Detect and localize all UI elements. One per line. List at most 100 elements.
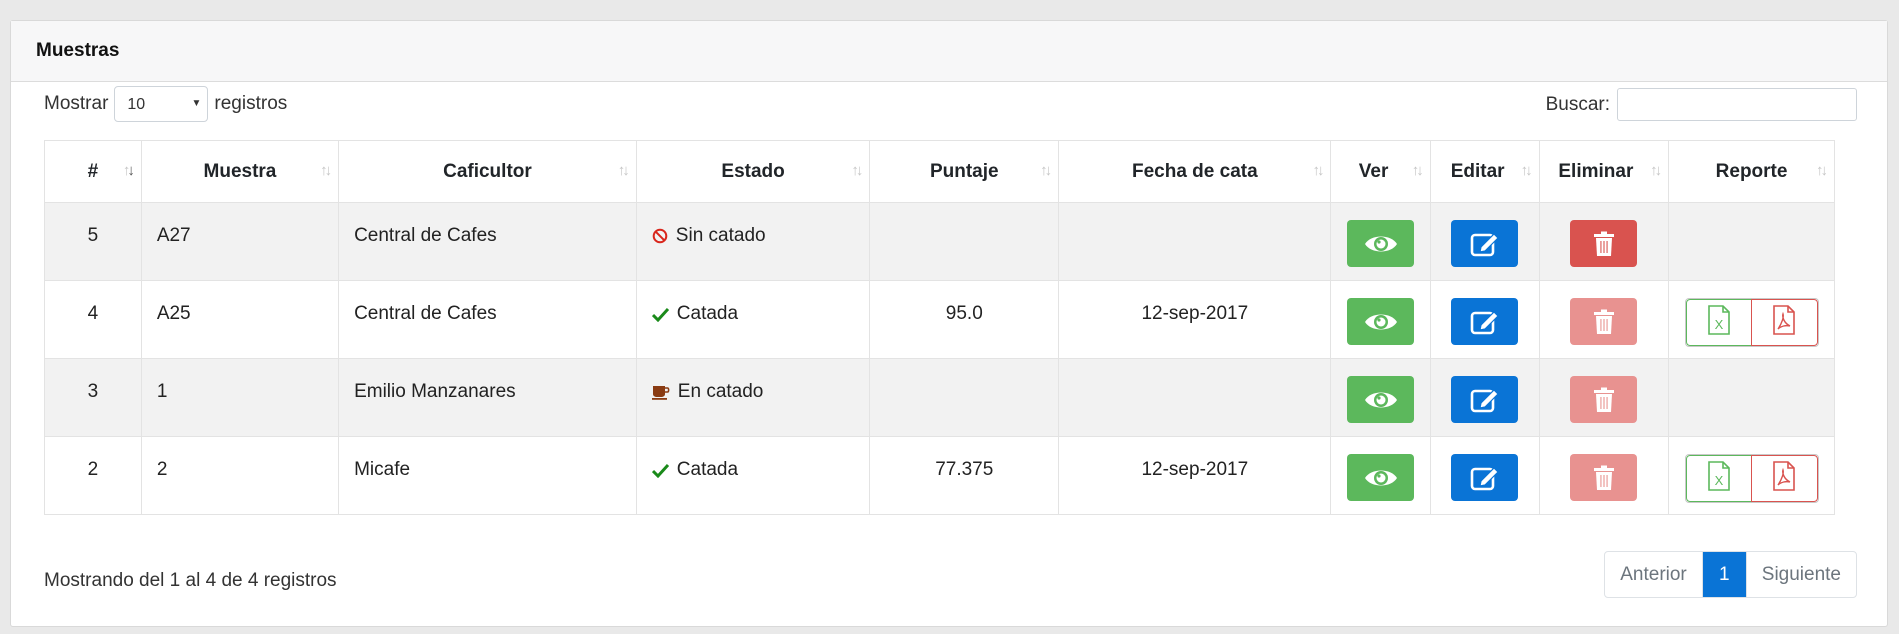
coffee-icon [651, 384, 670, 400]
trash-icon [1593, 387, 1615, 413]
pdf-report-button[interactable] [1750, 299, 1818, 346]
cell-ver [1330, 436, 1431, 515]
header-num[interactable]: # ↑↓ [44, 140, 142, 203]
estado-label: En catado [677, 381, 764, 402]
cell-puntaje [869, 358, 1060, 437]
sort-icon: ↑↓ [1520, 162, 1533, 179]
view-button[interactable] [1347, 298, 1415, 345]
file-excel-icon: X [1707, 304, 1731, 341]
cell-eliminar [1538, 280, 1670, 359]
sort-icon: ↑↓ [851, 162, 863, 179]
table-row: 5 A27 Central de Cafes Sin catado [44, 202, 1835, 281]
cell-caficultor: Central de Cafes [338, 202, 637, 281]
check-icon [651, 463, 669, 478]
length-prefix: Mostrar [44, 93, 109, 114]
delete-button[interactable] [1570, 454, 1638, 501]
cell-editar [1429, 202, 1540, 281]
sort-icon: ↑↓ [617, 162, 630, 179]
file-pdf-icon [1772, 460, 1796, 497]
sort-desc-icon: ↑↓ [122, 162, 135, 179]
length-select[interactable]: 10 [114, 86, 209, 122]
cell-fecha [1058, 358, 1332, 437]
eye-icon [1363, 232, 1399, 256]
svg-text:X: X [1714, 473, 1723, 488]
edit-button[interactable] [1451, 298, 1519, 345]
edit-button[interactable] [1451, 376, 1519, 423]
cell-num: 5 [44, 202, 142, 281]
cell-estado: Catada [635, 280, 871, 359]
cell-muestra: A25 [140, 280, 340, 359]
header-fecha[interactable]: Fecha de cata ↑↓ [1058, 140, 1332, 203]
cell-muestra: 2 [140, 436, 340, 515]
search-control: Buscar: [1546, 88, 1857, 121]
muestras-table: # ↑↓ Muestra ↑↓ Caficultor ↑↓ Estado ↑↓ Punt… [44, 140, 1835, 515]
estado-label: Catada [676, 303, 739, 324]
eye-icon [1363, 388, 1399, 412]
cell-estado: Catada [635, 436, 871, 515]
excel-report-button[interactable]: X [1685, 455, 1752, 502]
length-control: Mostrar 10 ▼ registros [44, 86, 287, 122]
check-icon [651, 307, 669, 322]
cell-estado: Sin catado [635, 202, 871, 281]
header-eliminar[interactable]: Eliminar ↑↓ [1538, 140, 1670, 203]
ban-icon [652, 228, 668, 244]
header-estado[interactable]: Estado ↑↓ [635, 140, 871, 203]
edit-icon [1470, 308, 1500, 336]
table-row: 4 A25 Central de Cafes Catada 95.0 12-se… [44, 280, 1835, 359]
cell-muestra: A27 [140, 202, 340, 281]
estado-label: Sin catado [675, 225, 766, 246]
file-pdf-icon [1772, 304, 1796, 341]
file-excel-icon: X [1707, 460, 1731, 497]
table-row: 2 2 Micafe Catada 77.375 12-sep-2017 X [44, 436, 1835, 515]
table-header-row: # ↑↓ Muestra ↑↓ Caficultor ↑↓ Estado ↑↓ Punt… [44, 140, 1835, 203]
pagination-next[interactable]: Siguiente [1745, 552, 1856, 597]
edit-button[interactable] [1451, 454, 1519, 501]
delete-button[interactable] [1570, 298, 1638, 345]
cell-reporte [1668, 202, 1835, 281]
cell-muestra: 1 [140, 358, 340, 437]
delete-button[interactable] [1570, 220, 1638, 267]
cell-num: 2 [44, 436, 142, 515]
cell-caficultor: Micafe [338, 436, 637, 515]
sort-icon: ↑↓ [1040, 162, 1052, 179]
report-group: X [1684, 298, 1819, 347]
view-button[interactable] [1347, 220, 1415, 267]
header-puntaje[interactable]: Puntaje ↑↓ [869, 140, 1060, 203]
delete-button[interactable] [1570, 376, 1638, 423]
header-ver[interactable]: Ver ↑↓ [1330, 140, 1431, 203]
panel-title: Muestras [11, 21, 1887, 82]
edit-icon [1470, 386, 1500, 414]
cell-editar [1429, 436, 1540, 515]
edit-icon [1470, 464, 1500, 492]
cell-editar [1429, 358, 1540, 437]
cell-ver [1330, 358, 1431, 437]
svg-text:X: X [1714, 317, 1723, 332]
eye-icon [1363, 310, 1399, 334]
trash-icon [1593, 465, 1615, 491]
length-select-wrapper[interactable]: 10 ▼ [108, 86, 214, 122]
sort-icon: ↑↓ [1650, 162, 1662, 179]
cell-reporte: X [1668, 280, 1835, 359]
sort-icon: ↑↓ [320, 162, 332, 179]
view-button[interactable] [1347, 454, 1415, 501]
estado-label: Catada [676, 459, 739, 480]
cell-num: 3 [44, 358, 142, 437]
pagination: Anterior 1 Siguiente [1604, 551, 1857, 598]
header-muestra[interactable]: Muestra ↑↓ [140, 140, 340, 203]
pagination-page-1[interactable]: 1 [1702, 552, 1746, 597]
pdf-report-button[interactable] [1750, 455, 1818, 502]
view-button[interactable] [1347, 376, 1415, 423]
header-editar[interactable]: Editar ↑↓ [1429, 140, 1540, 203]
cell-reporte: X [1668, 436, 1835, 515]
edit-icon [1470, 230, 1500, 258]
cell-num: 4 [44, 280, 142, 359]
cell-eliminar [1538, 202, 1670, 281]
header-reporte[interactable]: Reporte ↑↓ [1668, 140, 1835, 203]
pagination-prev[interactable]: Anterior [1605, 552, 1703, 597]
edit-button[interactable] [1451, 220, 1519, 267]
excel-report-button[interactable]: X [1685, 299, 1752, 346]
header-caficultor[interactable]: Caficultor ↑↓ [338, 140, 637, 203]
search-input[interactable] [1617, 88, 1857, 121]
cell-eliminar [1538, 358, 1670, 437]
eye-icon [1363, 466, 1399, 490]
